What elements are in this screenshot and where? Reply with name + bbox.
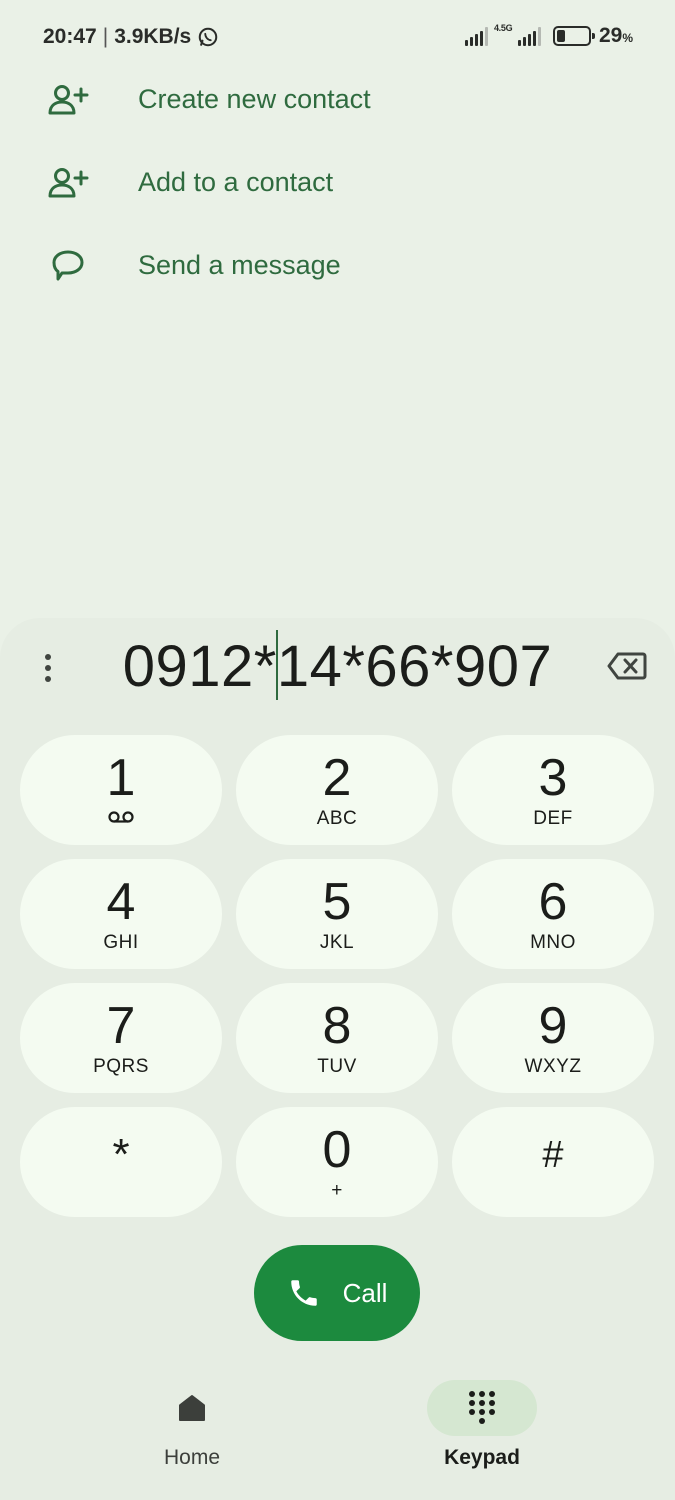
key-letters: + (331, 1180, 343, 1201)
key-letters: DEF (533, 808, 573, 829)
status-right: 4.5G 29% (464, 23, 633, 48)
key-3[interactable]: 3 DEF (452, 735, 654, 845)
key-letters: MNO (530, 932, 576, 953)
battery-unit: % (622, 31, 633, 45)
key-digit: 5 (322, 873, 352, 931)
network-type: 4.5G (493, 23, 513, 33)
nav-home-label: Home (163, 1446, 221, 1469)
home-icon (179, 1395, 205, 1421)
nav-home-pill (137, 1380, 247, 1436)
message-icon (0, 249, 138, 283)
dialpad-icon (469, 1391, 495, 1424)
key-digit: * (112, 1130, 130, 1179)
status-separator: | (102, 25, 109, 48)
battery-value: 29 (598, 24, 623, 47)
key-letters: GHI (103, 932, 139, 953)
more-options-icon[interactable] (30, 648, 66, 688)
status-net-speed: 3.9KB/s (114, 25, 192, 48)
contact-actions: Create new contact Add to a contact Send… (0, 58, 675, 307)
status-left: 20:47 | 3.9KB/s (43, 25, 219, 49)
signal-icon (464, 26, 488, 46)
dialed-number-after-cursor: 14*66*907 (276, 634, 553, 699)
keypad: 1 2 ABC 3 DEF 4 GHI 5 JKL 6 MNO 7 PQRS 8… (20, 735, 655, 1217)
key-9[interactable]: 9 WXYZ (452, 983, 654, 1093)
key-letters: JKL (319, 932, 355, 953)
nav-home[interactable]: Home (122, 1380, 262, 1470)
add-to-contact-action[interactable]: Add to a contact (0, 141, 675, 224)
voicemail-icon (107, 808, 135, 830)
create-new-contact-action[interactable]: Create new contact (0, 58, 675, 141)
digits-row: 0912*14*66*907 (0, 618, 675, 718)
key-4[interactable]: 4 GHI (20, 859, 222, 969)
backspace-icon[interactable] (607, 651, 647, 681)
call-button[interactable]: Call (254, 1245, 420, 1341)
whatsapp-icon (198, 27, 218, 47)
action-label: Create new contact (138, 84, 371, 114)
nav-keypad[interactable]: Keypad (412, 1380, 552, 1470)
dialer-screen: 20:47 | 3.9KB/s 4.5G 29% Create new cont… (0, 0, 675, 1500)
nav-keypad-label: Keypad (444, 1446, 520, 1469)
dialed-number-before-cursor: 0912* (122, 634, 277, 699)
key-5[interactable]: 5 JKL (236, 859, 438, 969)
person-add-icon (0, 167, 138, 199)
key-hash[interactable]: # (452, 1107, 654, 1217)
key-digit: 1 (106, 749, 136, 807)
key-7[interactable]: 7 PQRS (20, 983, 222, 1093)
key-digit: 6 (538, 873, 568, 931)
key-digit: 0 (322, 1121, 352, 1179)
key-8[interactable]: 8 TUV (236, 983, 438, 1093)
key-6[interactable]: 6 MNO (452, 859, 654, 969)
person-add-icon (0, 84, 138, 116)
key-digit: 7 (106, 997, 136, 1055)
dialed-number-field[interactable]: 0912*14*66*907 (100, 630, 575, 700)
key-0[interactable]: 0 + (236, 1107, 438, 1217)
signal-4g-icon: 4.5G (493, 23, 541, 46)
key-digit: 4 (106, 873, 136, 931)
battery-icon (552, 26, 595, 46)
battery-level: 29% (599, 24, 633, 48)
bottom-navigation: Home Keypad (0, 1380, 675, 1500)
dialer-panel: 0912*14*66*907 1 2 ABC 3 DEF 4 GHI 5 JKL… (0, 618, 675, 1500)
key-letters: ABC (316, 808, 358, 829)
call-label: Call (342, 1277, 388, 1308)
nav-keypad-pill (427, 1380, 537, 1436)
key-digit: 8 (322, 997, 352, 1055)
phone-icon (290, 1280, 317, 1306)
key-digit: 9 (538, 997, 568, 1055)
key-letters: TUV (317, 1056, 357, 1077)
status-time: 20:47 (43, 25, 97, 48)
action-label: Send a message (138, 250, 341, 280)
key-1[interactable]: 1 (20, 735, 222, 845)
key-2[interactable]: 2 ABC (236, 735, 438, 845)
action-label: Add to a contact (138, 167, 334, 197)
key-letters: PQRS (93, 1056, 149, 1077)
key-digit: # (542, 1134, 564, 1176)
send-message-action[interactable]: Send a message (0, 224, 675, 307)
key-digit: 2 (322, 749, 352, 807)
key-letters: WXYZ (524, 1056, 582, 1077)
key-digit: 3 (538, 749, 568, 807)
key-star[interactable]: * (20, 1107, 222, 1217)
